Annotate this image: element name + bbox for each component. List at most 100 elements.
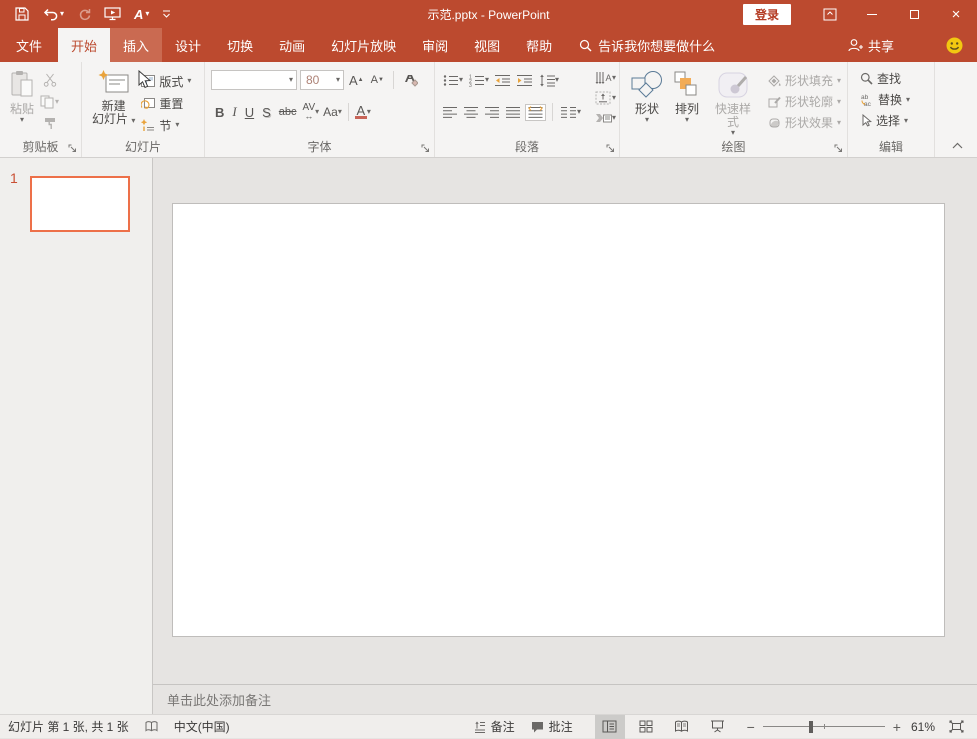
tab-animations[interactable]: 动画 — [266, 28, 318, 62]
collapse-ribbon-button[interactable] — [952, 142, 963, 149]
zoom-slider-handle[interactable] — [809, 721, 813, 733]
copy-button[interactable]: ▾ — [38, 94, 61, 110]
redo-button-disabled[interactable] — [74, 6, 94, 23]
bullets-button[interactable]: ▾ — [441, 73, 465, 88]
font-dialog-launcher[interactable] — [421, 144, 430, 153]
bold-button[interactable]: B — [211, 105, 228, 120]
reading-view-button[interactable] — [667, 715, 697, 739]
find-button[interactable]: 查找 — [858, 70, 930, 87]
zoom-percentage[interactable]: 61% — [905, 720, 941, 734]
columns-button[interactable]: ▾ — [559, 105, 583, 120]
dialog-launcher-icon — [421, 144, 430, 153]
tell-me-box[interactable]: 告诉我你想要做什么 — [579, 28, 715, 62]
chevron-down-icon: ▾ — [175, 121, 179, 129]
paragraph-dialog-launcher[interactable] — [606, 144, 615, 153]
slide-editing-surface[interactable] — [172, 203, 945, 637]
tab-review[interactable]: 审阅 — [409, 28, 461, 62]
increase-indent-button[interactable] — [515, 73, 535, 88]
slide-indicator[interactable]: 幻灯片 第 1 张, 共 1 张 — [0, 718, 137, 735]
drawing-dialog-launcher[interactable] — [834, 144, 843, 153]
close-button[interactable]: × — [935, 0, 977, 28]
clear-formatting-button[interactable] — [401, 72, 420, 88]
notes-placeholder: 单击此处添加备注 — [167, 690, 271, 709]
section-button[interactable]: 节 ▾ — [139, 114, 193, 136]
tab-transitions[interactable]: 切换 — [214, 28, 266, 62]
shapes-button[interactable]: 形状 ▾ — [626, 68, 668, 141]
zoom-out-button[interactable]: − — [743, 719, 759, 735]
title-bar: ▾ A ▾ 示范.pptx - PowerPoint 登录 × — [0, 0, 977, 28]
minimize-button[interactable] — [851, 0, 893, 28]
chevron-down-icon: ▾ — [612, 94, 616, 102]
font-name-combobox[interactable]: ▾ — [211, 70, 297, 90]
text-shadow-button[interactable]: S — [258, 105, 275, 120]
text-style-button[interactable]: A ▾ — [131, 5, 152, 24]
align-left-button[interactable] — [441, 105, 460, 120]
bullets-icon — [443, 74, 459, 87]
tab-view[interactable]: 视图 — [461, 28, 513, 62]
decrease-font-size-button[interactable]: A▼ — [369, 73, 386, 87]
font-color-button[interactable]: A ▾ — [353, 104, 373, 120]
slide-thumbnail-selected[interactable] — [30, 176, 130, 232]
feedback-smiley-button[interactable] — [946, 28, 963, 62]
tab-slideshow[interactable]: 幻灯片放映 — [318, 28, 409, 62]
underline-button[interactable]: U — [241, 105, 258, 120]
replace-button[interactable]: abac 替换 ▾ — [858, 91, 930, 108]
paste-button[interactable]: 粘贴 ▾ — [6, 68, 38, 141]
zoom-slider[interactable] — [763, 715, 885, 739]
arrange-button[interactable]: 排列 ▾ — [668, 68, 706, 141]
tab-design[interactable]: 设计 — [162, 28, 214, 62]
chevron-down-icon: ▾ — [55, 98, 59, 106]
normal-view-button[interactable] — [595, 715, 625, 739]
start-from-beginning-button[interactable] — [101, 5, 124, 23]
tab-help[interactable]: 帮助 — [513, 28, 565, 62]
tab-home[interactable]: 开始 — [58, 28, 110, 62]
clipboard-dialog-launcher[interactable] — [68, 144, 77, 153]
tab-file[interactable]: 文件 — [0, 28, 58, 62]
sign-in-button[interactable]: 登录 — [743, 4, 791, 25]
numbering-button[interactable]: 123 ▾ — [467, 73, 491, 88]
comments-button[interactable]: 批注 — [523, 718, 581, 735]
increase-indent-icon — [517, 74, 533, 87]
slideshow-view-button[interactable] — [703, 715, 733, 739]
accessibility-checker-button[interactable] — [137, 721, 166, 732]
shape-effects-button[interactable]: 形状效果 ▾ — [766, 114, 843, 131]
share-button[interactable]: 共享 — [848, 28, 894, 62]
fit-slide-to-window-button[interactable] — [941, 715, 971, 739]
justify-button[interactable] — [504, 105, 523, 120]
chevron-down-icon: ▾ — [612, 114, 616, 122]
distribute-text-button[interactable] — [525, 104, 546, 121]
italic-button[interactable]: I — [228, 104, 240, 120]
slide-sorter-view-button[interactable] — [631, 715, 661, 739]
increase-font-size-button[interactable]: A▲ — [347, 72, 366, 89]
change-case-button[interactable]: Aa ▾ — [321, 104, 344, 120]
ribbon-display-options-button[interactable] — [809, 0, 851, 28]
notes-pane[interactable]: 单击此处添加备注 — [153, 684, 977, 714]
align-text-button[interactable]: ▾ — [593, 90, 618, 106]
text-direction-button[interactable]: A ▾ — [593, 70, 618, 86]
cut-button[interactable] — [38, 72, 61, 88]
language-indicator[interactable]: 中文(中国) — [166, 718, 238, 735]
undo-button[interactable]: ▾ — [39, 6, 67, 23]
maximize-button[interactable] — [893, 0, 935, 28]
align-center-button[interactable] — [462, 105, 481, 120]
new-slide-button[interactable]: 新建 幻灯片 ▾ — [88, 68, 139, 141]
shape-outline-button[interactable]: 形状轮廓 ▾ — [766, 93, 843, 110]
decrease-indent-button[interactable] — [493, 73, 513, 88]
save-button[interactable] — [12, 5, 32, 23]
tab-insert[interactable]: 插入 — [110, 28, 162, 62]
customize-qat-button[interactable] — [159, 8, 174, 21]
arrange-icon — [672, 70, 702, 100]
select-button[interactable]: 选择 ▾ — [858, 112, 930, 129]
align-right-button[interactable] — [483, 105, 502, 120]
strikethrough-button[interactable]: abc — [275, 106, 301, 118]
convert-to-smartart-button[interactable]: ▾ — [593, 110, 618, 126]
reset-button[interactable]: 重置 — [139, 92, 193, 114]
format-painter-button[interactable] — [38, 116, 61, 131]
notes-toggle-button[interactable]: 备注 — [466, 718, 523, 735]
character-spacing-button[interactable]: AV↔ ▾ — [301, 103, 322, 121]
line-spacing-button[interactable]: ▾ — [537, 73, 561, 88]
zoom-in-button[interactable]: + — [889, 719, 905, 735]
shape-fill-button[interactable]: 形状填充 ▾ — [766, 72, 843, 89]
quick-styles-button[interactable]: 快速样式 ▾ — [706, 68, 760, 141]
font-size-combobox[interactable]: 80 ▾ — [300, 70, 344, 90]
